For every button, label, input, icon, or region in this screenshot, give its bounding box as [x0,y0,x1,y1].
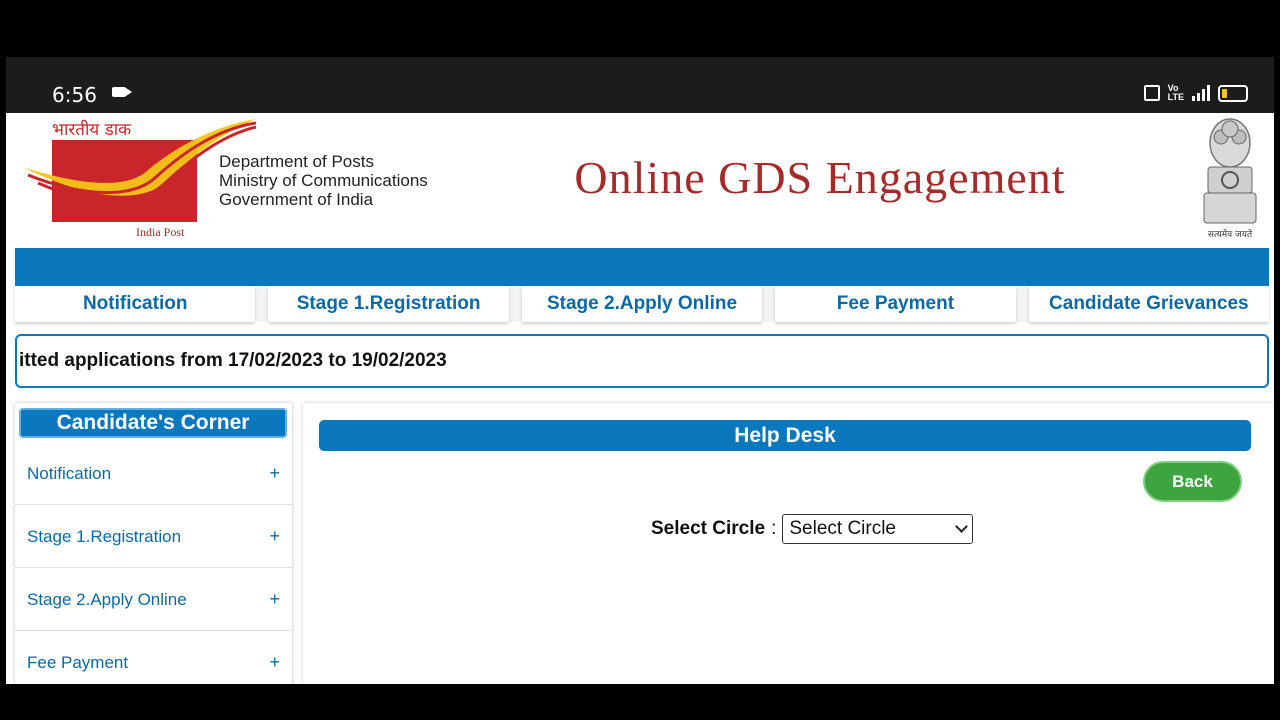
expand-plus-icon[interactable]: + [269,652,280,673]
news-marquee: itted applications from 17/02/2023 to 19… [15,334,1269,388]
select-circle-value: Select Circle [789,518,897,539]
select-circle-row: Select Circle : Select Circle [651,514,974,544]
site-header: भारतीय डाक India Post Department of Post… [6,113,1274,245]
battery-icon [1218,84,1248,102]
logo-caption: India Post [136,225,185,239]
status-time: 6:56 [52,83,97,107]
sidebar-title: Candidate's Corner [19,408,287,438]
sidebar-item-fee-payment[interactable]: Fee Payment + [15,632,292,684]
sidebar-item-label: Stage 1.Registration [27,526,182,546]
site-title: Online GDS Engagement [574,152,1066,203]
cast-icon [1143,85,1160,101]
sidebar-item-label: Notification [27,463,112,483]
expand-plus-icon[interactable]: + [269,526,280,547]
candidates-corner-sidebar: Candidate's Corner Notification + Stage … [15,403,292,684]
expand-plus-icon[interactable]: + [269,463,280,484]
nav-fee-payment[interactable]: Fee Payment [775,286,1016,322]
emblem-caption: सत्यमेव जयते [1208,228,1253,240]
nav-candidate-grievances[interactable]: Candidate Grievances [1028,286,1270,322]
help-desk-title: Help Desk [319,420,1251,451]
sidebar-item-stage1-registration[interactable]: Stage 1.Registration + [15,506,292,568]
select-circle-label: Select Circle [651,518,766,539]
logo-hindi-text: भारतीय डाक [52,119,132,140]
expand-plus-icon[interactable]: + [269,589,280,610]
sidebar-item-stage2-apply-online[interactable]: Stage 2.Apply Online + [15,569,292,631]
sidebar-item-label: Fee Payment [27,652,129,672]
national-emblem-icon: सत्यमेव जयते [1203,118,1257,240]
status-icons: Vo LTE [1143,83,1248,102]
back-button[interactable]: Back [1143,461,1242,502]
top-nav: Notification Stage 1.Registration Stage … [15,286,1270,322]
help-desk-panel: Help Desk Back Select Circle : Select Ci… [303,403,1274,684]
header-blue-band [15,248,1269,286]
chevron-down-icon [955,520,969,533]
sidebar-item-label: Stage 2.Apply Online [27,589,187,609]
sidebar-item-notification[interactable]: Notification + [15,443,292,505]
web-page: भारतीय डाक India Post Department of Post… [6,113,1274,684]
volte-icon: Vo LTE [1167,83,1184,102]
signal-4g-icon [1192,85,1210,101]
nav-stage1-registration[interactable]: Stage 1.Registration [268,286,509,322]
nav-notification[interactable]: Notification [15,286,256,322]
video-record-icon [112,87,132,97]
status-bar: 6:56 Vo LTE [6,57,1274,113]
marquee-text: itted applications from 17/02/2023 to 19… [19,350,447,371]
nav-stage2-apply-online[interactable]: Stage 2.Apply Online [521,286,763,322]
label-colon: : [771,518,777,539]
select-circle-dropdown[interactable]: Select Circle [782,514,974,544]
